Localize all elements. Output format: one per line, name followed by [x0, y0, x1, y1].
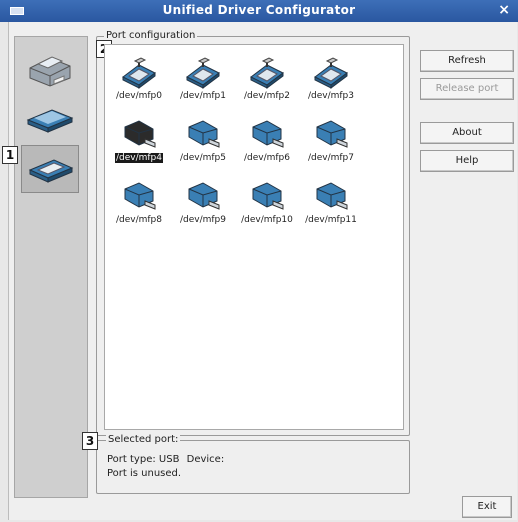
port-item[interactable]: /dev/mfp8: [107, 175, 171, 237]
usb-port-icon: [313, 117, 349, 155]
parallel-port-icon: [249, 55, 285, 93]
port-item[interactable]: /dev/mfp0: [107, 51, 171, 113]
port-item[interactable]: /dev/mfp1: [171, 51, 235, 113]
port-label: /dev/mfp8: [115, 215, 162, 225]
port-type-line: Port type: USB Device:: [107, 454, 224, 465]
port-label: /dev/mfp10: [241, 215, 293, 225]
scanner-icon: [26, 109, 74, 133]
release-port-button[interactable]: Release port: [420, 78, 514, 100]
selected-port-group: [96, 440, 410, 494]
port-status: Port is unused.: [107, 468, 182, 479]
port-label: /dev/mfp3: [307, 91, 354, 101]
port-configuration-label: Port configuration: [104, 30, 198, 41]
help-button[interactable]: Help: [420, 150, 514, 172]
usb-port-icon: [249, 179, 285, 217]
port-item[interactable]: /dev/mfp4: [107, 113, 171, 175]
port-list: /dev/mfp0 /dev/mfp1 /dev/mfp2 /dev/mfp3: [104, 44, 404, 430]
device-label: Device:: [186, 454, 225, 465]
sidebar-item-printer[interactable]: [21, 45, 79, 93]
close-icon[interactable]: ×: [498, 2, 510, 18]
port-item[interactable]: /dev/mfp2: [235, 51, 299, 113]
port-type-label: Port type:: [107, 454, 156, 465]
refresh-button[interactable]: Refresh: [420, 50, 514, 72]
usb-port-icon: [249, 117, 285, 155]
sidebar: [14, 36, 88, 498]
port-item[interactable]: /dev/mfp11: [299, 175, 363, 237]
printer-icon: [29, 56, 71, 87]
parallel-port-icon: [185, 55, 221, 93]
usb-port-icon: [185, 179, 221, 217]
port-item[interactable]: /dev/mfp7: [299, 113, 363, 175]
usb-port-icon: [185, 117, 221, 155]
window-title: Unified Driver Configurator: [162, 3, 356, 17]
port-item[interactable]: /dev/mfp6: [235, 113, 299, 175]
title-bar: Unified Driver Configurator ×: [0, 0, 518, 22]
callout-1: 1: [2, 146, 18, 164]
port-label: /dev/mfp1: [179, 91, 226, 101]
port-label: /dev/mfp7: [307, 153, 354, 163]
about-button[interactable]: About: [420, 122, 514, 144]
sidebar-item-port[interactable]: [21, 145, 79, 193]
usb-port-icon: [121, 179, 157, 217]
port-item[interactable]: /dev/mfp10: [235, 175, 299, 237]
usb-port-icon: [313, 179, 349, 217]
port-label: /dev/mfp11: [305, 215, 357, 225]
parallel-port-icon: [313, 55, 349, 93]
usb-port-icon: [121, 117, 157, 155]
selected-port-label: Selected port:: [106, 434, 181, 445]
callout-3: 3: [82, 432, 98, 450]
parallel-port-icon: [121, 55, 157, 93]
port-type-value: USB: [158, 454, 180, 465]
port-label: /dev/mfp6: [243, 153, 290, 163]
port-item[interactable]: /dev/mfp5: [171, 113, 235, 175]
port-label: /dev/mfp5: [179, 153, 226, 163]
port-item[interactable]: /dev/mfp3: [299, 51, 363, 113]
sidebar-item-scanner[interactable]: [21, 95, 79, 143]
port-label: /dev/mfp9: [179, 215, 226, 225]
port-item[interactable]: /dev/mfp9: [171, 175, 235, 237]
port-label: /dev/mfp4: [114, 153, 163, 163]
port-label: /dev/mfp2: [243, 91, 290, 101]
exit-button[interactable]: Exit: [462, 496, 512, 518]
port-icon: [28, 159, 74, 183]
port-label: /dev/mfp0: [115, 91, 162, 101]
